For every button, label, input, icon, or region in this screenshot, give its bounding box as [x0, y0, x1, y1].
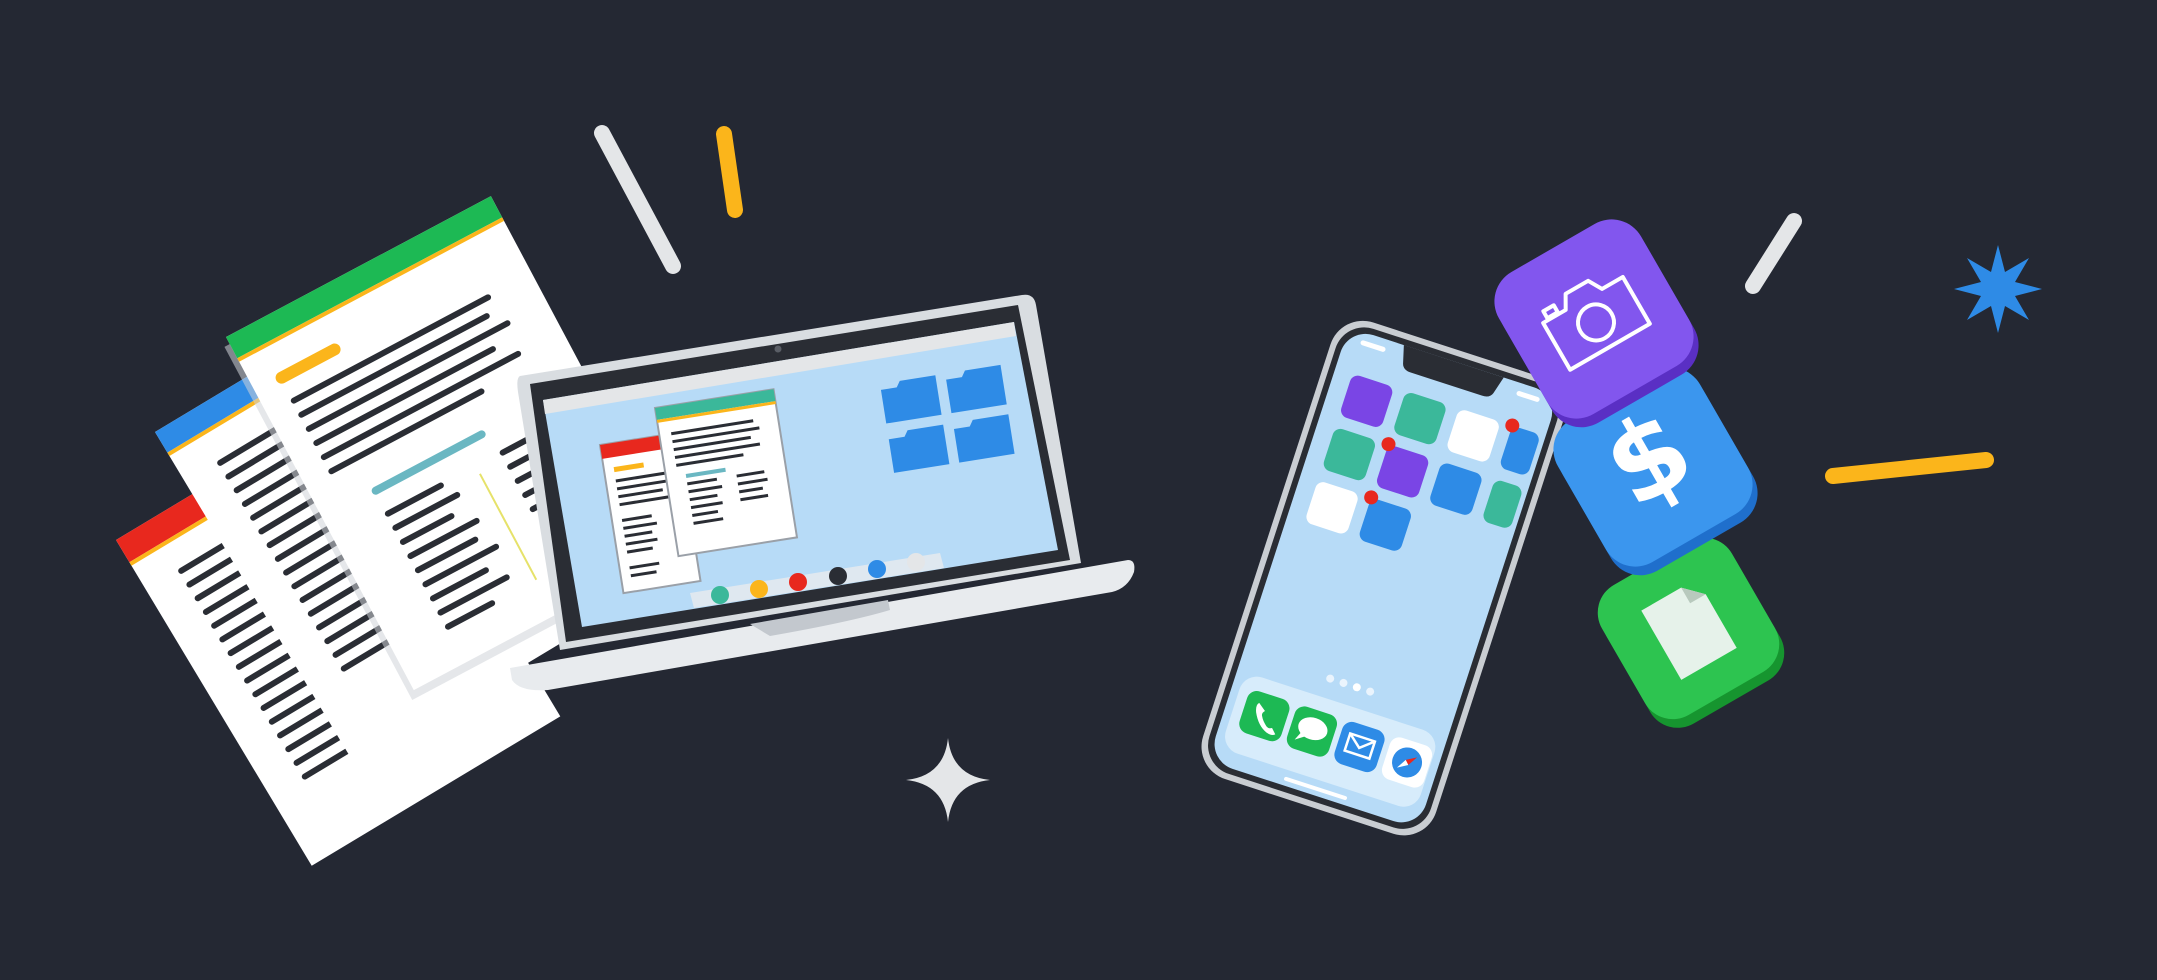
dock-dot [829, 567, 847, 585]
dock-dot [711, 586, 729, 604]
dock-dot [868, 560, 886, 578]
dock-dot [907, 553, 925, 571]
smartphone-icon [1201, 320, 1566, 836]
decor-stroke-yellow-right [1825, 452, 1994, 484]
sparkle-icon [906, 738, 990, 822]
dock-dot [750, 580, 768, 598]
laptop-icon [510, 294, 1135, 691]
decor-stroke-yellow-top [716, 126, 743, 218]
star-burst-icon [1954, 245, 2042, 333]
illustration-scene: $ [116, 125, 2042, 866]
screen-window-green [653, 388, 799, 558]
decor-stroke-gray-right [1745, 213, 1802, 294]
decor-stroke-gray-left [594, 125, 681, 274]
dock-dot [789, 573, 807, 591]
